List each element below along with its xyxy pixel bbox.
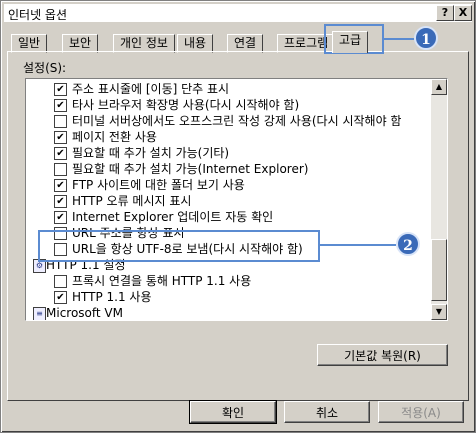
callout-connector bbox=[384, 38, 414, 40]
settings-scrollbar[interactable]: ▲ ▼ bbox=[431, 79, 447, 320]
settings-label: 설정(S): bbox=[23, 61, 67, 75]
scroll-up-icon[interactable]: ▲ bbox=[431, 79, 447, 95]
checkbox-checked-icon[interactable]: ✔ bbox=[54, 83, 67, 96]
settings-list-items: ✔ 주소 표시줄에 [이동] 단추 표시 ✔ 타사 브라우저 확장명 사용(다시… bbox=[26, 79, 429, 320]
title-bar: 인터넷 옵션 ? X bbox=[4, 4, 472, 22]
restore-defaults-button[interactable]: 기본값 복원(R) bbox=[317, 344, 448, 366]
help-button[interactable]: ? bbox=[436, 5, 454, 21]
checkbox-unchecked-icon[interactable] bbox=[54, 275, 67, 288]
callout-connector bbox=[320, 244, 396, 246]
settings-list[interactable]: ✔ 주소 표시줄에 [이동] 단추 표시 ✔ 타사 브라우저 확장명 사용(다시… bbox=[25, 78, 448, 321]
scroll-thumb[interactable] bbox=[431, 239, 447, 301]
close-button[interactable]: X bbox=[454, 5, 472, 21]
internet-options-dialog: 인터넷 옵션 ? X 일반 보안 개인 정보 내용 연결 프로그램 고급 설정(… bbox=[0, 0, 476, 433]
window-title: 인터넷 옵션 bbox=[8, 8, 68, 22]
checkbox-checked-icon[interactable]: ✔ bbox=[54, 131, 67, 144]
callout-marker-1: 1 bbox=[414, 26, 438, 50]
checkbox-unchecked-icon[interactable] bbox=[54, 115, 67, 128]
document-icon: ≡ bbox=[33, 307, 46, 320]
checkbox-checked-icon[interactable]: ✔ bbox=[54, 211, 67, 224]
checkbox-checked-icon[interactable]: ✔ bbox=[54, 195, 67, 208]
ok-button[interactable]: 확인 bbox=[189, 400, 277, 424]
checkbox-checked-icon[interactable]: ✔ bbox=[54, 291, 67, 304]
checkbox-checked-icon[interactable]: ✔ bbox=[54, 179, 67, 192]
tab-strip: 일반 보안 개인 정보 내용 연결 프로그램 고급 bbox=[7, 31, 467, 53]
checkbox-checked-icon[interactable]: ✔ bbox=[54, 99, 67, 112]
scroll-down-icon[interactable]: ▼ bbox=[431, 304, 447, 320]
tab-advanced[interactable]: 고급 bbox=[332, 31, 369, 53]
apply-button[interactable]: 적용(A) bbox=[378, 401, 464, 423]
checkbox-unchecked-icon[interactable] bbox=[54, 163, 67, 176]
checkbox-checked-icon[interactable]: ✔ bbox=[54, 147, 67, 160]
callout-highlight-utf8-setting bbox=[38, 230, 320, 262]
cancel-button[interactable]: 취소 bbox=[284, 401, 370, 423]
callout-marker-2: 2 bbox=[396, 232, 420, 256]
